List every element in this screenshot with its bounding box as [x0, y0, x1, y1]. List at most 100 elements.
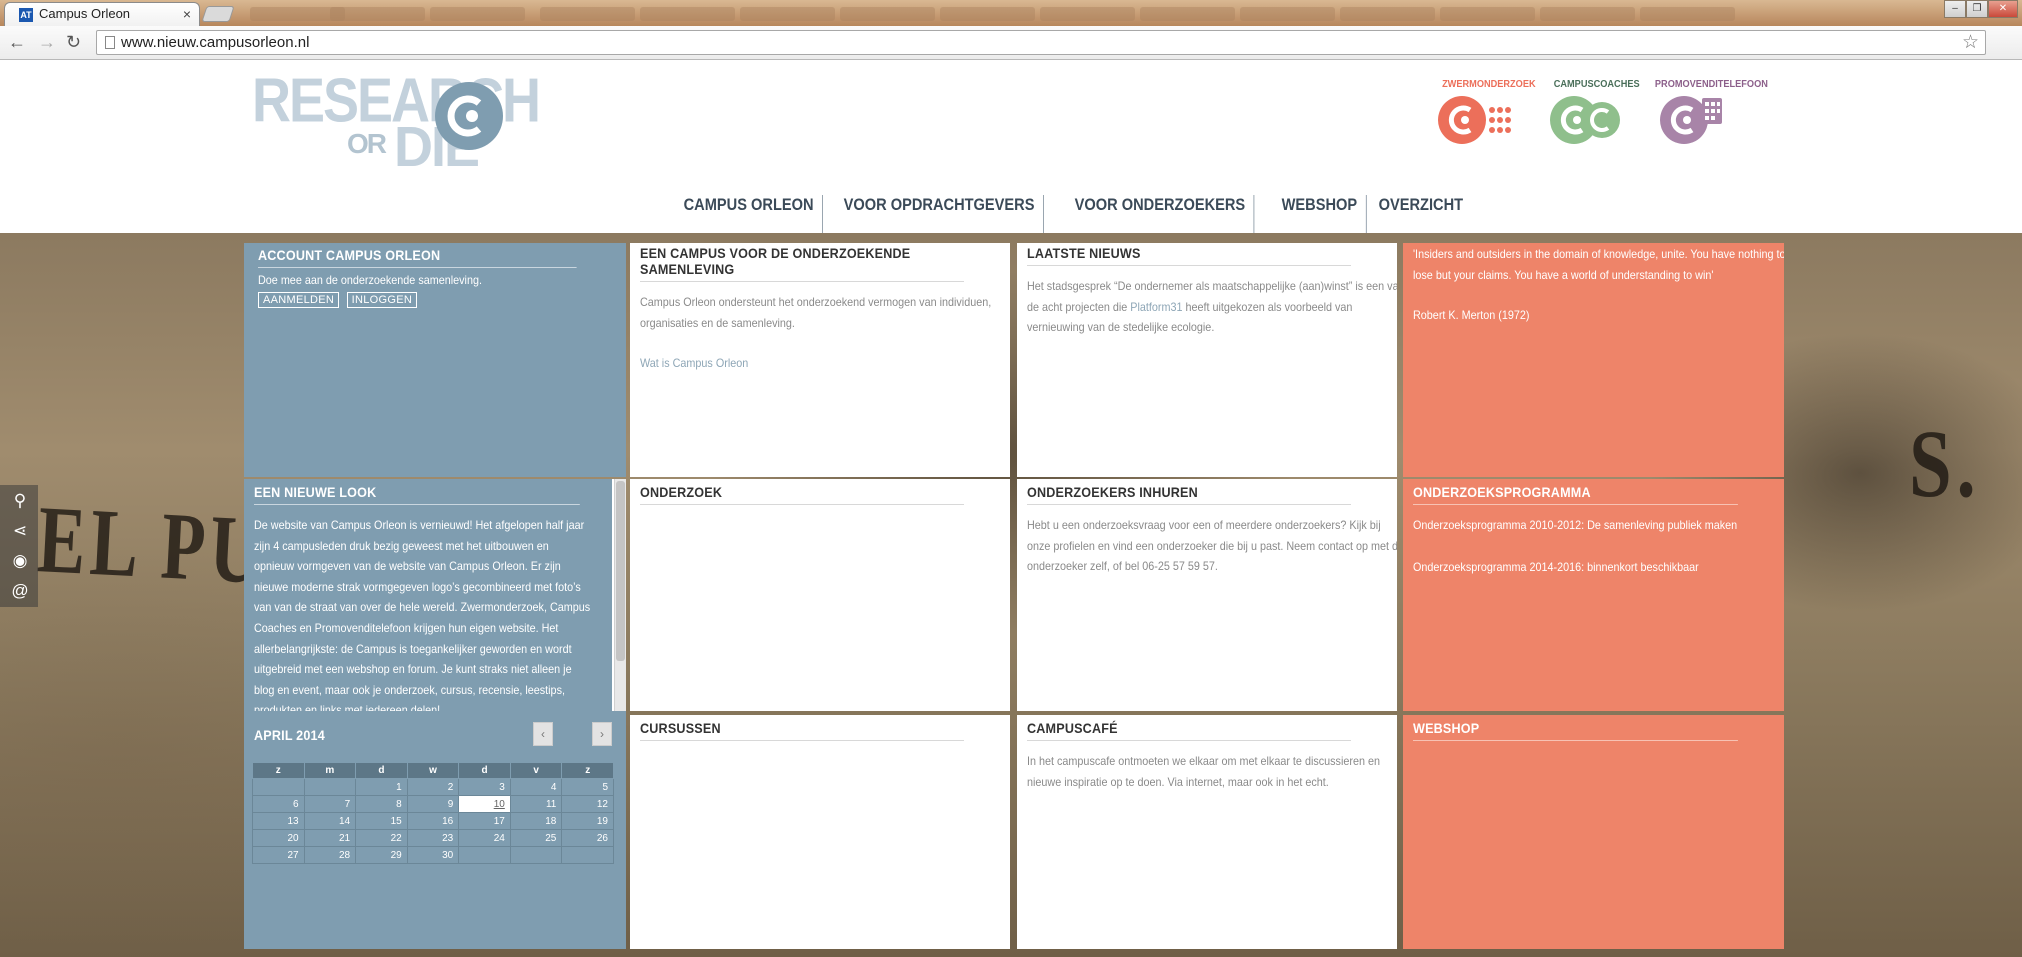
calendar-day[interactable]: 9	[406, 795, 460, 813]
calendar-day[interactable]: 12	[561, 795, 614, 813]
calendar-day[interactable]: 15	[355, 812, 408, 830]
share-icon[interactable]: ⋖	[10, 521, 30, 541]
calendar-day[interactable]: 4	[509, 778, 563, 796]
browser-tab-active[interactable]: AT Campus Orleon ×	[4, 2, 200, 26]
address-bar[interactable]: ☆	[96, 30, 1986, 55]
calendar-day[interactable]: 21	[303, 829, 357, 847]
calendar-empty-cell	[561, 846, 614, 864]
calendar-prev-button[interactable]: ‹	[533, 722, 553, 746]
campus-panel: EEN CAMPUS VOOR DE ONDERZOEKENDE SAMENLE…	[630, 243, 1010, 477]
minimize-button[interactable]: –	[1944, 0, 1966, 18]
calendar-weekday: z	[561, 762, 614, 779]
calendar-day[interactable]: 27	[252, 846, 305, 864]
calendar-day[interactable]: 7	[303, 795, 357, 813]
calendar-day[interactable]: 26	[561, 829, 614, 847]
site-favicon-icon: AT	[19, 8, 33, 22]
background-tab[interactable]	[640, 7, 735, 21]
calendar-day[interactable]: 13	[252, 812, 305, 830]
calendar-day[interactable]: 2	[406, 778, 460, 796]
forward-arrow-icon[interactable]: →	[38, 31, 56, 53]
calendar-day[interactable]: 18	[509, 812, 563, 830]
background-tab[interactable]	[940, 7, 1035, 21]
platform31-link[interactable]: Platform31	[1130, 300, 1182, 314]
register-button[interactable]: AANMELDEN	[258, 292, 340, 308]
quote-author: Robert K. Merton (1972)	[1413, 308, 1530, 323]
main-navigation: CAMPUS ORLEON VOOR OPDRACHTGEVERS VOOR O…	[675, 195, 1477, 233]
calendar-day[interactable]: 20	[252, 829, 305, 847]
calendar-day[interactable]: 11	[509, 795, 563, 813]
courses-panel: CURSUSSEN	[630, 715, 1010, 949]
calendar-week-row: 12345	[252, 778, 614, 796]
calendar-day[interactable]: 28	[303, 846, 357, 864]
background-tab[interactable]	[1040, 7, 1135, 21]
calendar-day[interactable]: 23	[406, 829, 460, 847]
back-arrow-icon[interactable]: ←	[8, 31, 26, 53]
tab-title: Campus Orleon	[39, 6, 131, 21]
new-look-scrollbar[interactable]	[614, 479, 626, 711]
background-tab[interactable]	[740, 7, 835, 21]
nav-overzicht[interactable]: OVERZICHT	[1370, 195, 1472, 233]
calendar-day-today[interactable]: 10	[458, 795, 511, 813]
calendar-day[interactable]: 6	[252, 795, 305, 813]
scroll-thumb[interactable]	[616, 481, 625, 661]
calendar-day[interactable]: 8	[355, 795, 408, 813]
background-tab[interactable]	[540, 7, 635, 21]
hire-panel-text: Hebt u een onderzoeksvraag voor een of m…	[1027, 518, 1397, 574]
nav-voor-opdrachtgevers[interactable]: VOOR OPDRACHTGEVERS	[835, 195, 1045, 233]
program-item-1[interactable]: Onderzoeksprogramma 2010-2012: De samenl…	[1413, 515, 1784, 536]
calendar-day[interactable]: 17	[458, 812, 511, 830]
background-tab[interactable]	[1340, 7, 1435, 21]
url-input[interactable]	[121, 32, 1941, 53]
calendar-day[interactable]: 16	[406, 812, 460, 830]
calendar-day[interactable]: 30	[406, 846, 460, 864]
background-tab[interactable]	[1440, 7, 1535, 21]
background-tab[interactable]	[1240, 7, 1335, 21]
wat-is-campus-orleon-link[interactable]: Wat is Campus Orleon	[640, 353, 1010, 374]
calendar-empty-cell	[252, 778, 305, 796]
site-logo[interactable]: RESEARCH OR DIE	[252, 70, 552, 189]
calendar-day[interactable]: 19	[561, 812, 614, 830]
new-tab-button[interactable]	[201, 6, 235, 22]
tab-close-icon[interactable]: ×	[183, 3, 191, 25]
rss-icon[interactable]: ◉	[10, 551, 30, 571]
calendar-day[interactable]: 3	[458, 778, 511, 796]
background-tab[interactable]	[1140, 7, 1235, 21]
background-tab[interactable]	[1640, 7, 1735, 21]
campuscoaches-link[interactable]: CAMPUSCOACHES	[1550, 79, 1643, 146]
at-icon[interactable]: @	[10, 581, 30, 601]
calendar-day[interactable]: 29	[355, 846, 408, 864]
background-tab[interactable]	[840, 7, 935, 21]
webshop-panel: WEBSHOP	[1403, 715, 1784, 949]
search-icon[interactable]: ⚲	[10, 491, 30, 511]
nav-campus-orleon[interactable]: CAMPUS ORLEON	[675, 195, 824, 233]
calendar-day[interactable]: 14	[303, 812, 357, 830]
nav-voor-onderzoekers[interactable]: VOOR ONDERZOEKERS	[1066, 195, 1255, 233]
calendar-weekday: v	[509, 762, 563, 779]
zwermonderzoek-link[interactable]: ZWERMONDERZOEK	[1438, 79, 1540, 146]
quote-text: 'Insiders and outsiders in the domain of…	[1413, 247, 1784, 282]
calendar-day[interactable]: 25	[509, 829, 563, 847]
program-item-2[interactable]: Onderzoeksprogramma 2014-2016: binnenkor…	[1413, 557, 1784, 578]
background-tab[interactable]	[1540, 7, 1635, 21]
bookmark-star-icon[interactable]: ☆	[1962, 32, 1979, 54]
background-tab[interactable]	[330, 7, 425, 21]
maximize-button[interactable]: ❐	[1966, 0, 1988, 18]
research-panel: ONDERZOEK	[630, 479, 1010, 711]
background-tab[interactable]	[430, 7, 525, 21]
calendar-day[interactable]: 5	[561, 778, 614, 796]
campus-panel-title: EEN CAMPUS VOOR DE ONDERZOEKENDE SAMENLE…	[640, 243, 964, 282]
calendar-weekday: w	[406, 762, 460, 779]
browser-tab-strip: AT Campus Orleon × – ❐ ✕	[0, 0, 2022, 26]
cafe-panel: CAMPUSCAFÉ In het campuscafe ontmoeten w…	[1017, 715, 1397, 949]
reload-icon[interactable]: ↻	[66, 31, 81, 53]
news-panel-title: LAATSTE NIEUWS	[1027, 243, 1351, 266]
calendar-day[interactable]: 1	[355, 778, 408, 796]
window-close-button[interactable]: ✕	[1988, 0, 2018, 18]
calendar-day[interactable]: 24	[458, 829, 511, 847]
login-button[interactable]: INLOGGEN	[346, 292, 418, 308]
promovenditelefoon-link[interactable]: PROMOVENDITELEFOON	[1650, 79, 1773, 146]
nav-webshop[interactable]: WEBSHOP	[1273, 195, 1368, 233]
calendar-next-button[interactable]: ›	[592, 722, 612, 746]
courses-panel-title: CURSUSSEN	[640, 715, 964, 741]
calendar-day[interactable]: 22	[355, 829, 408, 847]
